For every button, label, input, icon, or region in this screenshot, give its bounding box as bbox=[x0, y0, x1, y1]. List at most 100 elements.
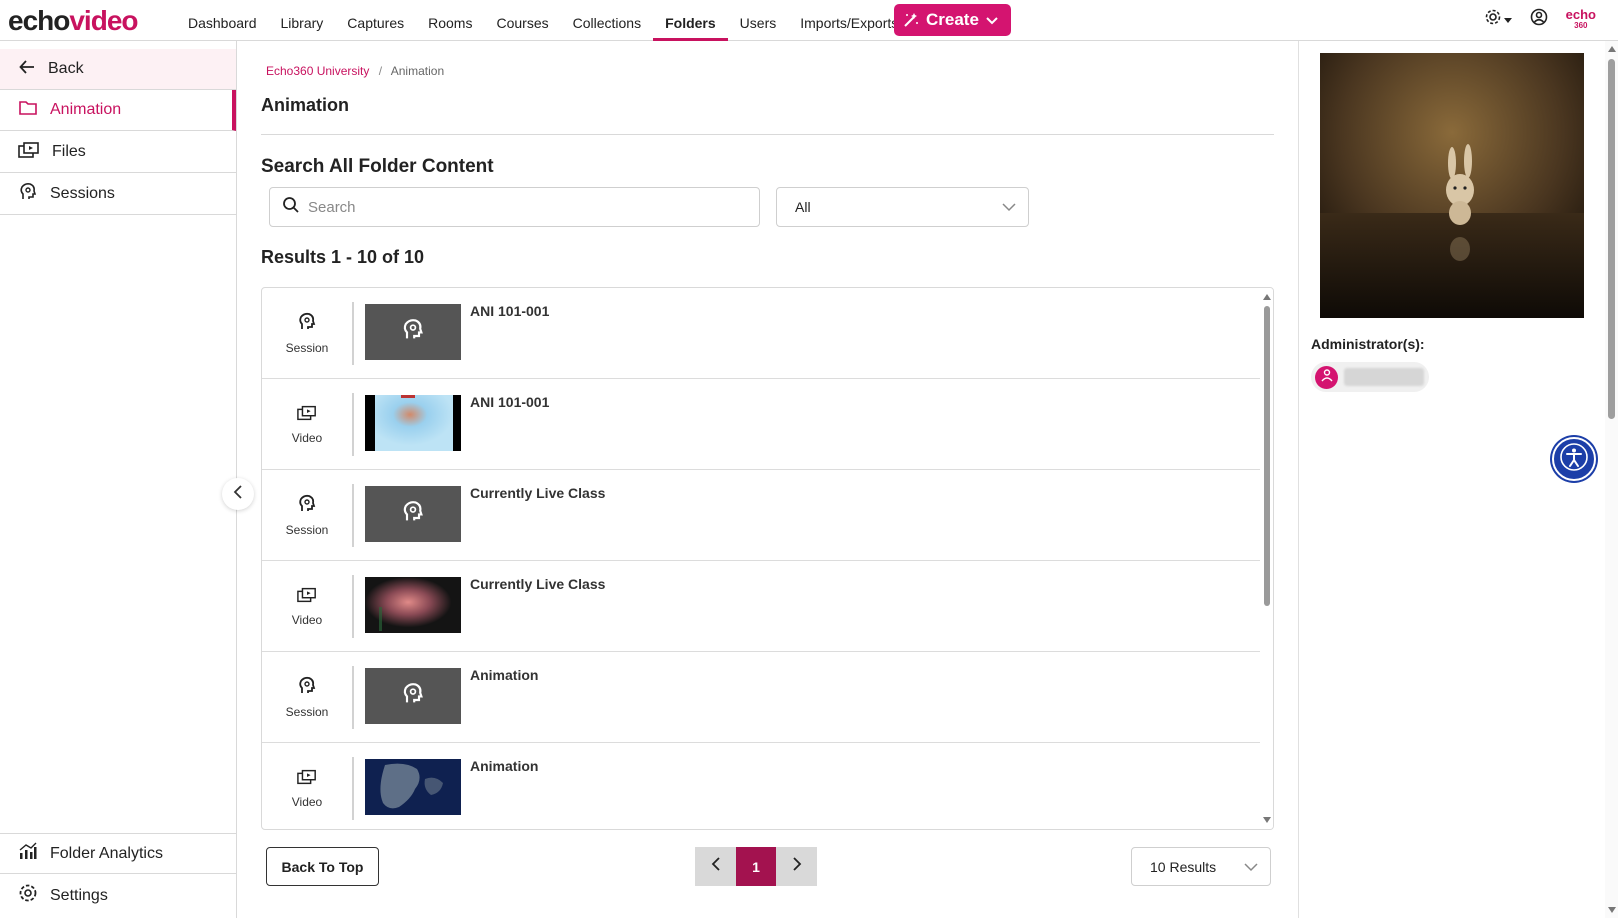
row-divider bbox=[352, 484, 354, 547]
nav-captures[interactable]: Captures bbox=[335, 0, 416, 40]
echo360-logo[interactable]: echo 360 bbox=[1566, 8, 1596, 31]
item-title[interactable]: Currently Live Class bbox=[470, 576, 605, 592]
item-type: Video bbox=[262, 379, 352, 469]
page-scrollbar[interactable] bbox=[1605, 41, 1618, 918]
echovideo-logo[interactable]: echovideo bbox=[8, 5, 139, 37]
main-nav: Dashboard Library Captures Rooms Courses… bbox=[176, 0, 910, 41]
folder-cover-image bbox=[1320, 53, 1584, 318]
chevron-down-icon bbox=[1244, 859, 1258, 875]
scroll-down-arrow[interactable] bbox=[1263, 817, 1271, 823]
media-files-icon bbox=[18, 141, 40, 164]
video-thumbnail[interactable] bbox=[365, 395, 461, 451]
scroll-up-arrow[interactable] bbox=[1608, 46, 1616, 52]
sidebar-item-animation[interactable]: Animation bbox=[0, 90, 236, 131]
search-icon bbox=[282, 196, 300, 219]
sidebar: Back Animation Files Sessions Folder Ana… bbox=[0, 41, 237, 918]
row-divider bbox=[352, 666, 354, 729]
nav-collections[interactable]: Collections bbox=[561, 0, 653, 40]
item-type-label: Video bbox=[291, 794, 323, 809]
nav-courses[interactable]: Courses bbox=[484, 0, 560, 40]
sidebar-item-settings[interactable]: Settings bbox=[0, 875, 236, 916]
list-item[interactable]: Video Currently Live Class bbox=[262, 561, 1260, 652]
next-page-button[interactable] bbox=[776, 847, 817, 886]
item-title[interactable]: Currently Live Class bbox=[470, 485, 605, 501]
session-head-icon bbox=[401, 682, 425, 711]
video-icon bbox=[297, 404, 317, 425]
search-input[interactable] bbox=[308, 198, 728, 216]
sidebar-item-folder-analytics[interactable]: Folder Analytics bbox=[0, 833, 236, 874]
results-list: Session ANI 101-001 Video ANI 101-001 Se… bbox=[261, 287, 1274, 830]
video-icon bbox=[297, 586, 317, 607]
magic-wand-icon bbox=[902, 11, 920, 29]
arrow-left-icon bbox=[18, 58, 36, 81]
item-title[interactable]: Animation bbox=[470, 758, 538, 774]
row-divider bbox=[352, 757, 354, 820]
sidebar-back-label: Back bbox=[48, 60, 84, 77]
sidebar-item-label: Files bbox=[52, 143, 86, 160]
row-divider bbox=[352, 302, 354, 365]
nav-imports-exports[interactable]: Imports/Exports bbox=[788, 0, 910, 40]
chevron-left-icon bbox=[711, 856, 721, 877]
list-item[interactable]: Video ANI 101-001 bbox=[262, 379, 1260, 470]
results-per-page-select[interactable]: 10 Results bbox=[1131, 847, 1271, 886]
results-scrollbar[interactable] bbox=[1260, 288, 1273, 829]
per-page-value: 10 Results bbox=[1150, 858, 1217, 875]
item-type-label: Video bbox=[291, 612, 323, 627]
sidebar-item-files[interactable]: Files bbox=[0, 132, 236, 173]
create-button[interactable]: Create bbox=[894, 4, 1011, 36]
list-item[interactable]: Session ANI 101-001 bbox=[262, 288, 1260, 379]
breadcrumb-separator: / bbox=[378, 64, 383, 78]
nav-dashboard[interactable]: Dashboard bbox=[176, 0, 269, 40]
session-head-icon bbox=[297, 676, 317, 699]
list-item[interactable]: Session Currently Live Class bbox=[262, 470, 1260, 561]
item-title[interactable]: Animation bbox=[470, 667, 538, 683]
settings-dropdown[interactable] bbox=[1484, 8, 1512, 31]
administrator-name-redacted bbox=[1344, 368, 1424, 386]
item-type: Session bbox=[262, 470, 352, 560]
item-title[interactable]: ANI 101-001 bbox=[470, 303, 549, 319]
sidebar-back[interactable]: Back bbox=[0, 49, 236, 90]
scroll-up-arrow[interactable] bbox=[1263, 294, 1271, 300]
previous-page-button[interactable] bbox=[695, 847, 736, 886]
chevron-down-icon bbox=[1002, 199, 1016, 215]
video-icon bbox=[297, 768, 317, 789]
results-count: Results 1 - 10 of 10 bbox=[261, 247, 425, 267]
list-item[interactable]: Video Animation bbox=[262, 743, 1260, 829]
item-type: Video bbox=[262, 561, 352, 651]
item-type: Video bbox=[262, 743, 352, 829]
top-bar: echovideo Dashboard Library Captures Roo… bbox=[0, 0, 1618, 41]
content-type-filter[interactable]: All bbox=[776, 187, 1029, 227]
session-thumbnail[interactable] bbox=[365, 486, 461, 542]
scrollbar-thumb[interactable] bbox=[1264, 306, 1270, 606]
accessibility-button[interactable] bbox=[1552, 437, 1596, 481]
nav-users[interactable]: Users bbox=[728, 0, 789, 40]
video-thumbnail[interactable] bbox=[365, 577, 461, 633]
breadcrumb-root-link[interactable]: Echo360 University bbox=[266, 64, 369, 78]
list-item[interactable]: Session Animation bbox=[262, 652, 1260, 743]
scroll-down-arrow[interactable] bbox=[1608, 907, 1616, 913]
session-head-icon bbox=[401, 318, 425, 347]
sidebar-item-sessions[interactable]: Sessions bbox=[0, 174, 236, 215]
nav-folders[interactable]: Folders bbox=[653, 0, 728, 41]
row-divider bbox=[352, 575, 354, 638]
back-to-top-button[interactable]: Back To Top bbox=[266, 847, 379, 886]
scrollbar-thumb[interactable] bbox=[1608, 59, 1615, 419]
sidebar-item-label: Folder Analytics bbox=[50, 844, 163, 862]
search-field[interactable] bbox=[269, 187, 760, 227]
gear-icon bbox=[18, 883, 38, 908]
nav-library[interactable]: Library bbox=[269, 0, 336, 40]
page-number-button[interactable]: 1 bbox=[736, 847, 776, 886]
item-title[interactable]: ANI 101-001 bbox=[470, 394, 549, 410]
avatar bbox=[1315, 365, 1338, 389]
user-account-icon[interactable] bbox=[1530, 8, 1548, 31]
nav-rooms[interactable]: Rooms bbox=[416, 0, 484, 40]
session-head-icon bbox=[297, 312, 317, 335]
logo-text-echo: echo bbox=[8, 5, 70, 36]
pagination: 1 bbox=[695, 847, 817, 886]
session-thumbnail[interactable] bbox=[365, 304, 461, 360]
administrator-chip[interactable] bbox=[1311, 362, 1429, 392]
collapse-sidebar-button[interactable] bbox=[222, 478, 254, 510]
video-thumbnail[interactable] bbox=[365, 759, 461, 815]
session-thumbnail[interactable] bbox=[365, 668, 461, 724]
item-type: Session bbox=[262, 288, 352, 378]
